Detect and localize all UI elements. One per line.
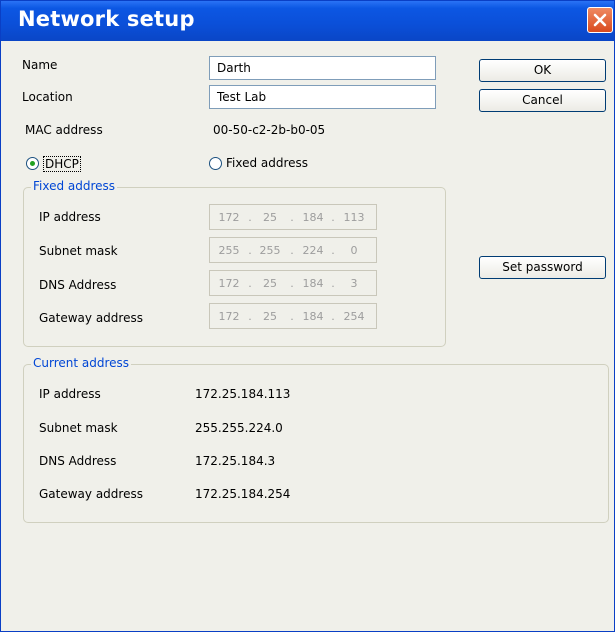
current-dns-label: DNS Address	[39, 454, 117, 468]
current-subnet-value: 255.255.224.0	[195, 421, 283, 435]
octet: 3	[350, 277, 358, 290]
octet: 25	[263, 211, 277, 224]
name-label: Name	[22, 58, 58, 72]
fixed-address-group-title: Fixed address	[31, 179, 118, 193]
fixed-gateway-input[interactable]: 172. 25. 184. 254	[209, 303, 377, 329]
octet: 184	[302, 277, 324, 290]
fixed-address-radio-label[interactable]: Fixed address	[226, 156, 308, 170]
dhcp-radio[interactable]	[26, 157, 39, 170]
octet: 254	[343, 310, 365, 323]
octet: 172	[218, 310, 240, 323]
octet: 184	[302, 211, 324, 224]
close-button[interactable]	[587, 7, 613, 33]
octet: 255	[218, 244, 240, 257]
close-icon	[593, 13, 607, 27]
octet: 0	[350, 244, 358, 257]
window-title: Network setup	[18, 7, 195, 31]
current-ip-label: IP address	[39, 387, 101, 401]
dhcp-label[interactable]: DHCP	[43, 156, 81, 172]
title-bar[interactable]: Network setup	[1, 1, 614, 41]
name-input[interactable]: Darth	[209, 56, 436, 80]
octet: 25	[263, 310, 277, 323]
radio-selected-icon	[30, 161, 35, 166]
fixed-gateway-label: Gateway address	[39, 311, 143, 325]
fixed-subnet-input[interactable]: 255. 255. 224. 0	[209, 237, 377, 263]
location-label: Location	[22, 90, 73, 104]
cancel-button[interactable]: Cancel	[479, 89, 606, 112]
set-password-button[interactable]: Set password	[479, 256, 606, 279]
octet: 172	[218, 211, 240, 224]
current-subnet-label: Subnet mask	[39, 421, 118, 435]
fixed-ip-label: IP address	[39, 210, 101, 224]
octet: 25	[263, 277, 277, 290]
current-ip-value: 172.25.184.113	[195, 387, 291, 401]
octet: 113	[343, 211, 365, 224]
fixed-dns-label: DNS Address	[39, 278, 117, 292]
fixed-subnet-label: Subnet mask	[39, 244, 118, 258]
octet: 184	[302, 310, 324, 323]
current-gateway-value: 172.25.184.254	[195, 487, 291, 501]
fixed-ip-input[interactable]: 172. 25. 184. 113	[209, 204, 377, 230]
mac-address-value: 00-50-c2-2b-b0-05	[213, 123, 326, 137]
octet: 224	[302, 244, 324, 257]
network-setup-dialog: Network setup Name Darth Location Test L…	[0, 0, 615, 632]
ok-button[interactable]: OK	[479, 59, 606, 82]
current-gateway-label: Gateway address	[39, 487, 143, 501]
current-dns-value: 172.25.184.3	[195, 454, 276, 468]
fixed-address-radio[interactable]	[209, 157, 222, 170]
location-input[interactable]: Test Lab	[209, 85, 436, 109]
octet: 255	[259, 244, 281, 257]
mac-address-label: MAC address	[25, 123, 103, 137]
fixed-dns-input[interactable]: 172. 25. 184. 3	[209, 270, 377, 296]
current-address-group-title: Current address	[31, 356, 132, 370]
octet: 172	[218, 277, 240, 290]
